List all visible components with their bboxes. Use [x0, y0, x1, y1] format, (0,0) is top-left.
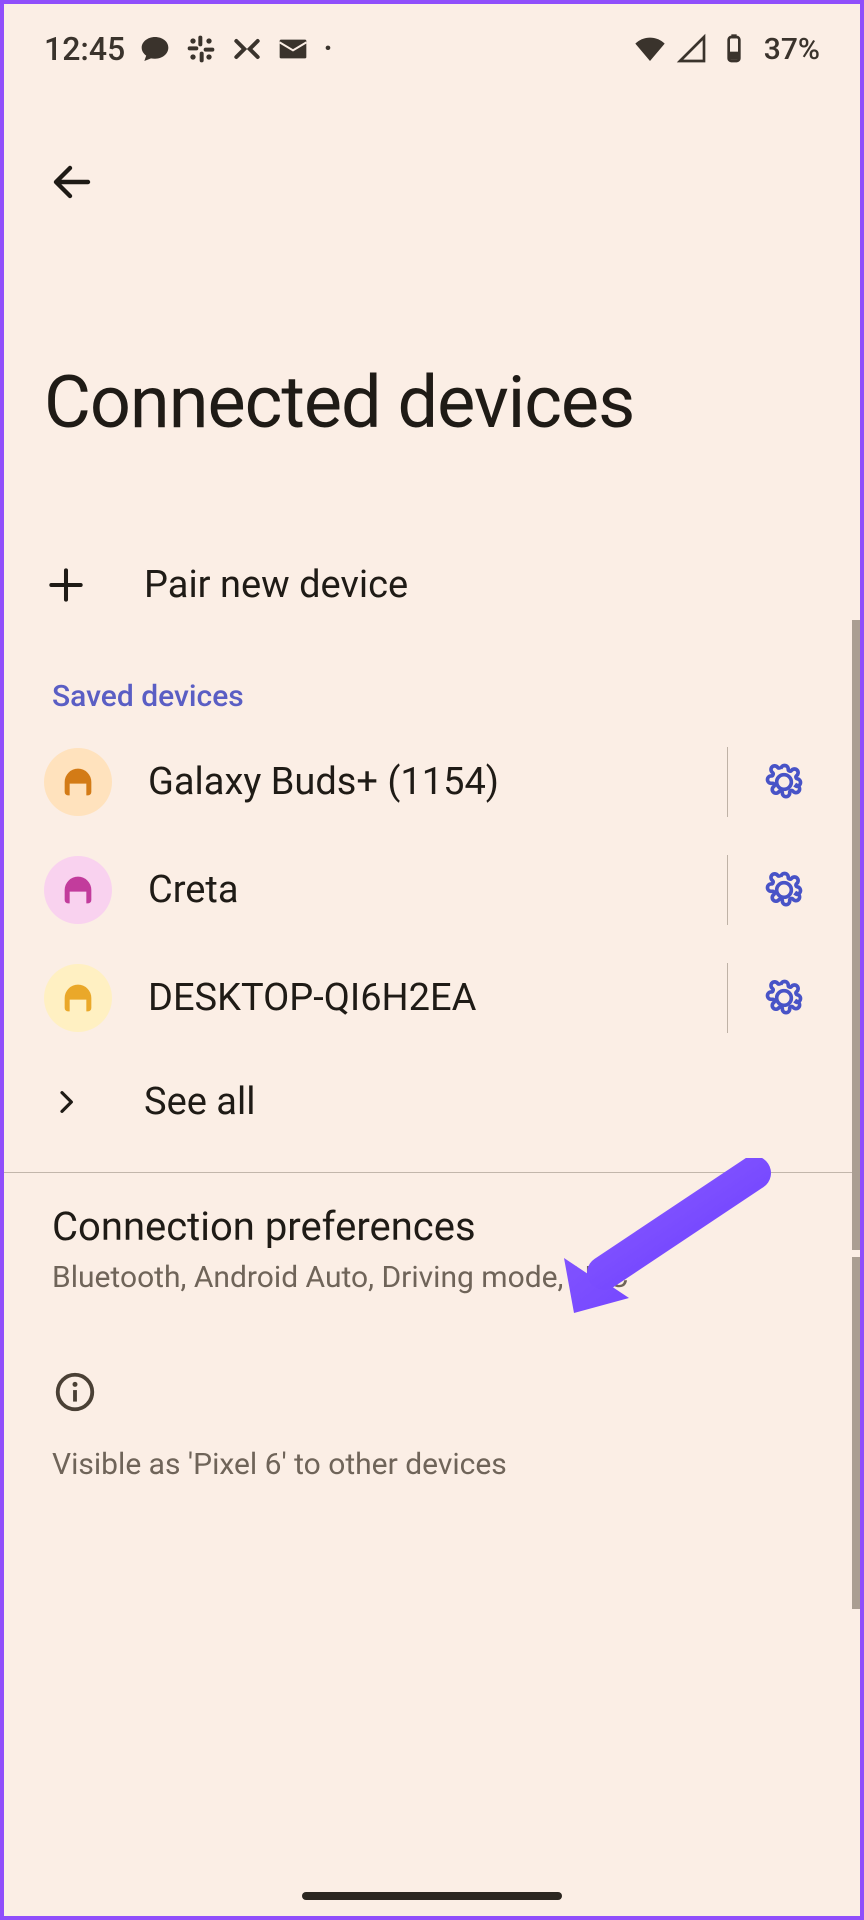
divider-line [727, 963, 728, 1033]
see-all-label: See all [144, 1080, 820, 1124]
see-all-row[interactable]: See all [4, 1052, 860, 1152]
page-title: Connected devices [4, 210, 860, 445]
device-settings-button[interactable] [748, 962, 820, 1034]
headset-icon [44, 748, 112, 816]
device-name[interactable]: Creta [148, 868, 717, 912]
slack-icon [185, 33, 217, 65]
chat-notification-icon [139, 33, 171, 65]
nav-bar-pill[interactable] [302, 1892, 562, 1900]
status-time: 12:45 [44, 30, 125, 68]
device-settings-button[interactable] [748, 854, 820, 926]
battery-icon [718, 33, 750, 65]
more-notifications-dot: · [323, 32, 333, 66]
pair-new-device-label: Pair new device [144, 563, 820, 607]
device-settings-button[interactable] [748, 746, 820, 818]
divider-line [727, 747, 728, 817]
scroll-indicator [852, 1257, 860, 1609]
device-name[interactable]: DESKTOP-QI6H2EA [148, 976, 717, 1020]
app-notification-icon [231, 33, 263, 65]
device-row: DESKTOP-QI6H2EA [4, 944, 860, 1052]
headset-icon [44, 964, 112, 1032]
device-row: Creta [4, 836, 860, 944]
gear-icon [762, 976, 806, 1020]
device-name[interactable]: Galaxy Buds+ (1154) [148, 760, 717, 804]
status-bar-left: 12:45 · [44, 30, 333, 68]
chevron-right-icon [44, 1086, 144, 1118]
outlook-icon [277, 33, 309, 65]
visible-as-text: Visible as 'Pixel 6' to other devices [4, 1419, 860, 1482]
status-bar: 12:45 · 37% [4, 4, 860, 84]
device-row: Galaxy Buds+ (1154) [4, 728, 860, 836]
saved-devices-header: Saved devices [4, 635, 860, 728]
connection-preferences-title: Connection preferences [52, 1203, 820, 1250]
gear-icon [762, 868, 806, 912]
plus-icon [44, 563, 144, 607]
cellular-signal-icon [676, 33, 708, 65]
divider-line [727, 855, 728, 925]
headset-icon [44, 856, 112, 924]
connection-preferences-subtitle: Bluetooth, Android Auto, Driving mode, N… [52, 1260, 820, 1295]
pair-new-device-row[interactable]: Pair new device [4, 535, 860, 635]
gear-icon [762, 760, 806, 804]
wifi-icon [634, 33, 666, 65]
scroll-indicator [852, 620, 860, 1250]
connection-preferences-row[interactable]: Connection preferences Bluetooth, Androi… [4, 1173, 860, 1335]
battery-percentage: 37% [764, 32, 820, 67]
arrow-back-icon [48, 158, 96, 206]
info-icon [4, 1335, 860, 1419]
back-button[interactable] [44, 154, 100, 210]
status-bar-right: 37% [634, 32, 820, 67]
